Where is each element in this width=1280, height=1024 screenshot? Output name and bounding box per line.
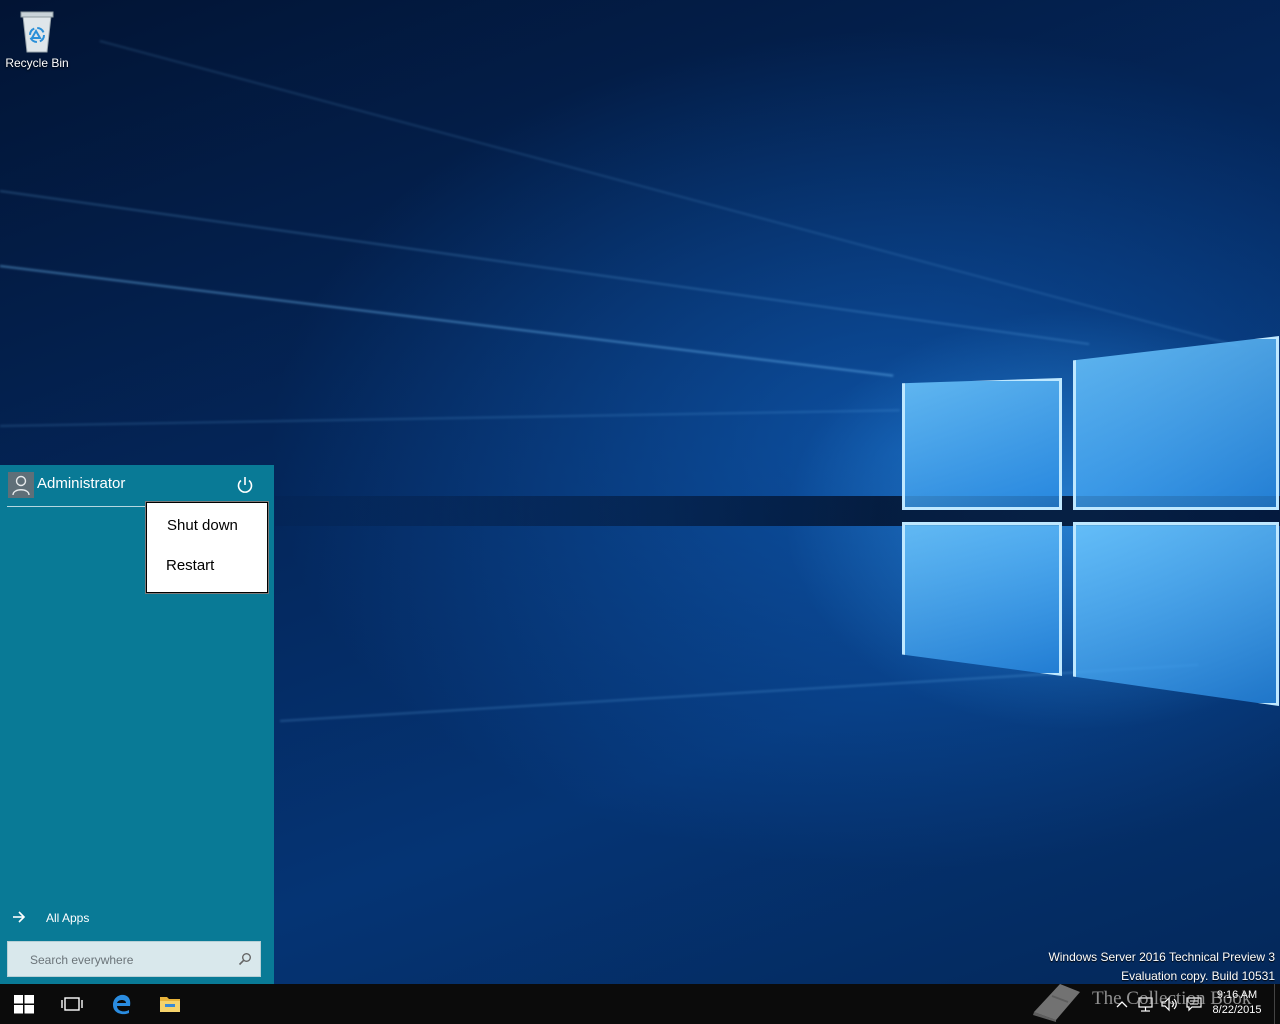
wallpaper-beam <box>0 409 900 427</box>
edge-browser-button[interactable] <box>98 984 146 1024</box>
taskbar: 9:16 AM 8/22/2015 <box>0 984 1280 1024</box>
task-view-button[interactable] <box>48 984 96 1024</box>
action-center-icon[interactable] <box>1185 996 1203 1012</box>
clock-time: 9:16 AM <box>1216 989 1258 1001</box>
chevron-up-icon[interactable] <box>1113 996 1131 1012</box>
wallpaper-beam <box>0 265 894 377</box>
power-button[interactable] <box>234 474 256 496</box>
menu-item-restart[interactable]: Restart <box>147 549 267 585</box>
logo-pane-top-right <box>1073 336 1279 510</box>
recycle-bin-icon <box>17 8 57 54</box>
arrow-right-icon <box>13 911 26 923</box>
menu-item-label: Restart <box>166 557 215 574</box>
logo-pane-bottom-right <box>1073 522 1279 706</box>
wallpaper-beam <box>0 190 1090 346</box>
desktop-icon-recycle-bin[interactable]: Recycle Bin <box>4 8 70 70</box>
show-desktop-button[interactable] <box>1274 984 1280 1024</box>
user-name[interactable]: Administrator <box>37 475 125 492</box>
menu-item-shut-down[interactable]: Shut down <box>147 509 267 545</box>
edition-watermark: Windows Server 2016 Technical Preview 3 … <box>1048 948 1275 986</box>
search-icon[interactable] <box>238 952 252 966</box>
watermark-line-1: Windows Server 2016 Technical Preview 3 <box>1048 950 1275 964</box>
edge-browser-icon <box>113 994 131 1015</box>
logo-pane-bottom-left <box>902 522 1062 676</box>
search-input[interactable] <box>28 950 232 970</box>
search-box[interactable] <box>7 941 261 977</box>
start-menu-header: Administrator <box>0 465 274 507</box>
file-explorer-icon <box>160 997 180 1012</box>
user-avatar-icon[interactable] <box>8 472 34 498</box>
network-icon[interactable] <box>1137 996 1155 1012</box>
all-apps-label: All Apps <box>46 911 90 925</box>
start-button[interactable] <box>0 984 48 1024</box>
windows-start-icon <box>14 995 34 1014</box>
clock-date: 8/22/2015 <box>1212 1004 1262 1016</box>
power-options-menu: Shut down Restart <box>146 502 268 593</box>
start-menu-separator <box>7 506 145 507</box>
task-view-icon <box>61 997 83 1011</box>
wallpaper-beam <box>99 40 1240 348</box>
power-icon <box>237 477 253 493</box>
file-explorer-button[interactable] <box>146 984 194 1024</box>
volume-icon[interactable] <box>1160 996 1178 1012</box>
menu-item-label: Shut down <box>167 517 238 534</box>
taskbar-clock[interactable]: 9:16 AM 8/22/2015 <box>1206 988 1268 1018</box>
logo-pane-top-left <box>902 378 1062 510</box>
desktop-icon-label: Recycle Bin <box>5 56 69 70</box>
all-apps-button[interactable]: All Apps <box>8 907 208 931</box>
